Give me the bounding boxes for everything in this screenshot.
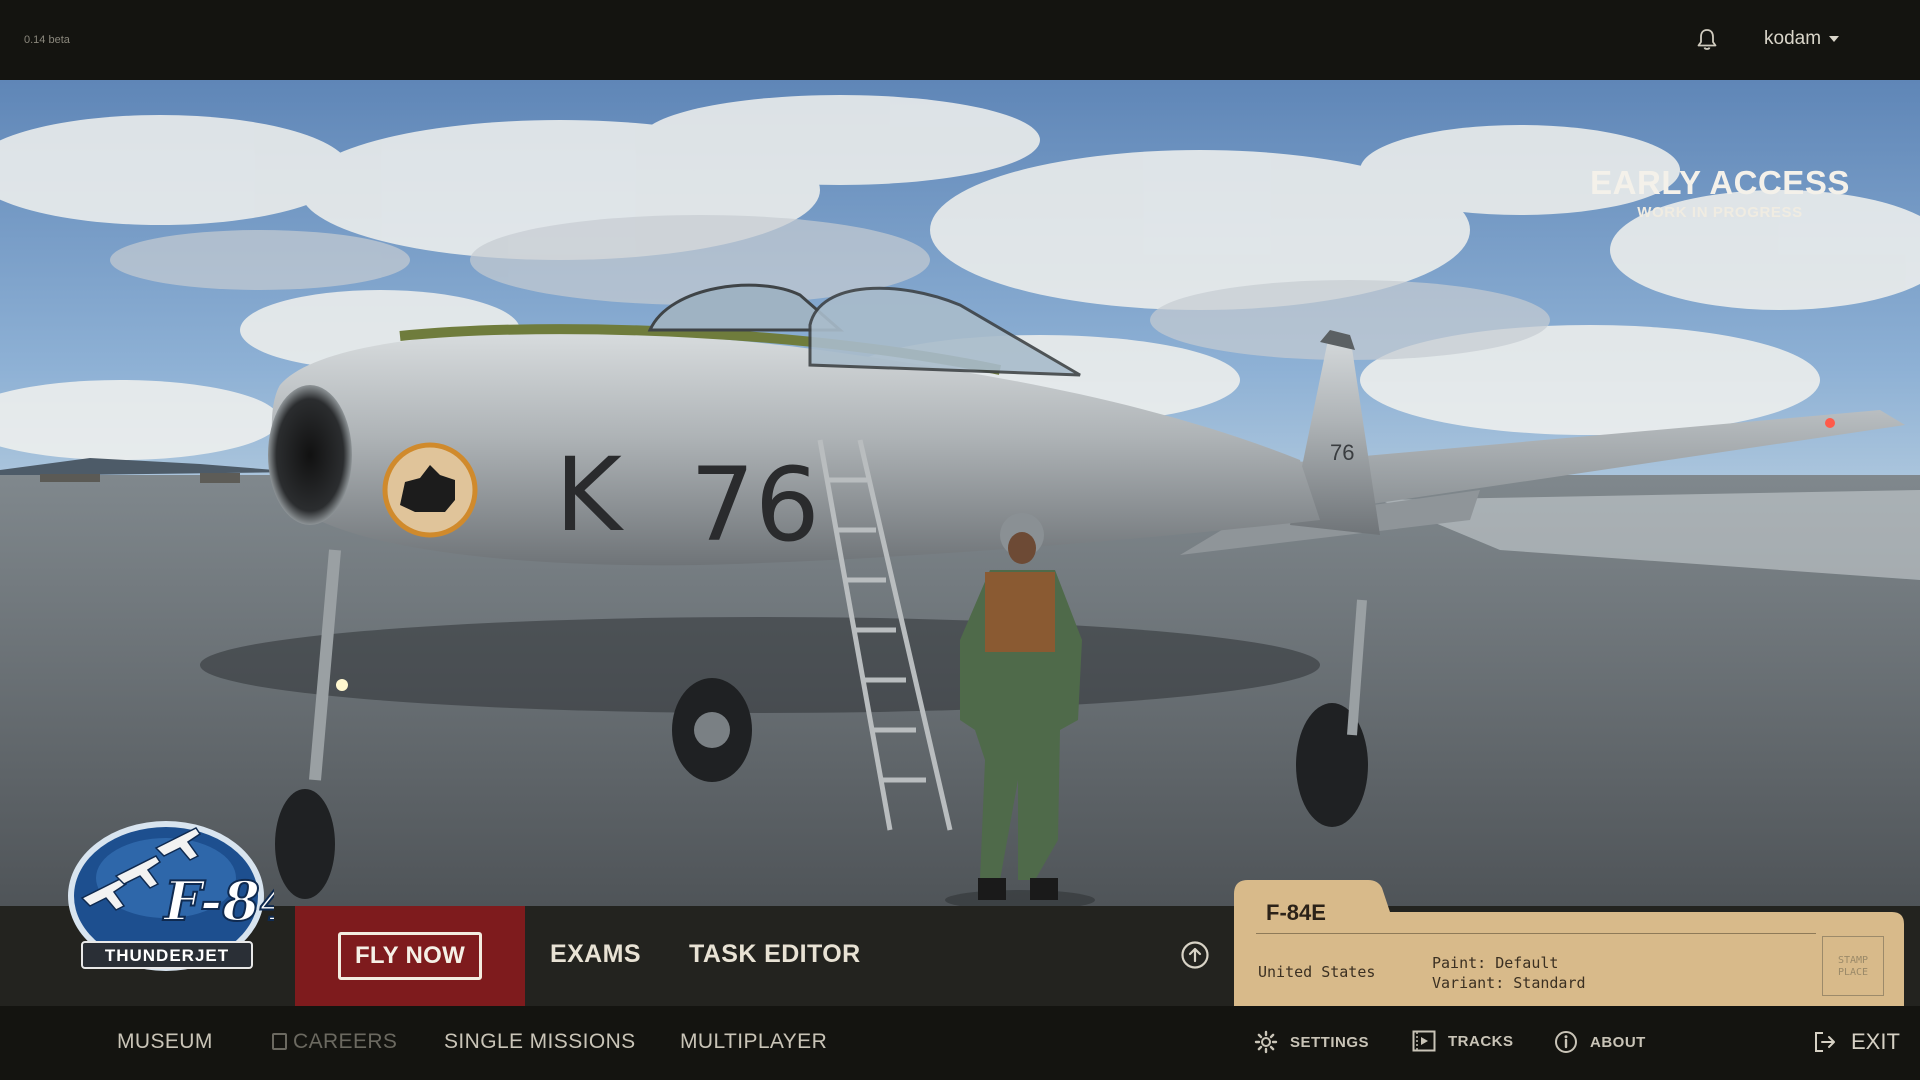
- fly-now-button[interactable]: FLY NOW: [338, 932, 482, 980]
- fuselage-number: 76: [690, 446, 820, 565]
- chevron-down-icon: [1829, 36, 1840, 42]
- stamp-place: STAMP PLACE: [1822, 936, 1884, 996]
- game-logo: F-84 THUNDERJET: [68, 821, 274, 971]
- exit-label: EXIT: [1851, 1029, 1900, 1054]
- hangar-scene: 76 K 76 EARLY ACCESS WORK IN PROGRESS: [0, 80, 1920, 906]
- nav-careers-label: CAREERS: [293, 1030, 398, 1053]
- nav-careers[interactable]: CAREERS: [272, 1030, 397, 1054]
- aircraft-card[interactable]: F-84E United States Paint: Default Varia…: [1234, 880, 1904, 1006]
- aircraft-paint: Paint: Default: [1432, 954, 1559, 972]
- aircraft-country: United States: [1258, 963, 1376, 981]
- exit-icon: [1815, 1032, 1835, 1052]
- user-menu[interactable]: kodam: [1764, 28, 1840, 50]
- nav-museum[interactable]: MUSEUM: [117, 1030, 213, 1054]
- notification-bell-icon[interactable]: [1696, 28, 1718, 52]
- stamp-line-2: PLACE: [1837, 967, 1869, 978]
- settings-button[interactable]: SETTINGS: [1254, 1030, 1369, 1054]
- logo-name: THUNDERJET: [105, 946, 229, 965]
- fly-now-panel: FLY NOW: [295, 906, 525, 1006]
- username-label: kodam: [1764, 28, 1822, 49]
- about-label: ABOUT: [1590, 1033, 1646, 1051]
- tracks-icon: [1412, 1030, 1436, 1052]
- info-icon: [1555, 1031, 1577, 1053]
- upload-icon[interactable]: [1180, 940, 1210, 970]
- logo-model: F-84: [162, 869, 274, 933]
- tracks-label: TRACKS: [1448, 1032, 1514, 1050]
- tracks-button[interactable]: TRACKS: [1412, 1030, 1514, 1052]
- aircraft-variant: Variant: Standard: [1432, 974, 1586, 992]
- aircraft-name: F-84E: [1266, 900, 1326, 925]
- version-label: 0.14 beta: [24, 34, 70, 46]
- nav-multiplayer[interactable]: MULTIPLAYER: [680, 1030, 827, 1054]
- settings-label: SETTINGS: [1290, 1033, 1370, 1051]
- gear-icon: [1254, 1030, 1278, 1054]
- stamp-line-1: STAMP: [1837, 955, 1869, 966]
- about-button[interactable]: ABOUT: [1554, 1030, 1646, 1054]
- task-editor-button[interactable]: TASK EDITOR: [689, 940, 861, 969]
- top-bar: 0.14 beta kodam: [0, 0, 1920, 80]
- early-access-title: EARLY ACCESS: [1590, 164, 1850, 201]
- nav-single-missions[interactable]: SINGLE MISSIONS: [444, 1030, 636, 1054]
- work-in-progress-subtitle: WORK IN PROGRESS: [1637, 204, 1803, 221]
- exams-button[interactable]: EXAMS: [550, 940, 641, 969]
- card-divider: [1256, 933, 1816, 934]
- early-access-banner: EARLY ACCESS WORK IN PROGRESS: [1560, 164, 1880, 221]
- fuselage-code: K: [555, 436, 625, 555]
- tail-number: 76: [1330, 440, 1354, 465]
- exit-button[interactable]: EXIT: [1813, 1029, 1900, 1055]
- lock-icon: [272, 1033, 287, 1050]
